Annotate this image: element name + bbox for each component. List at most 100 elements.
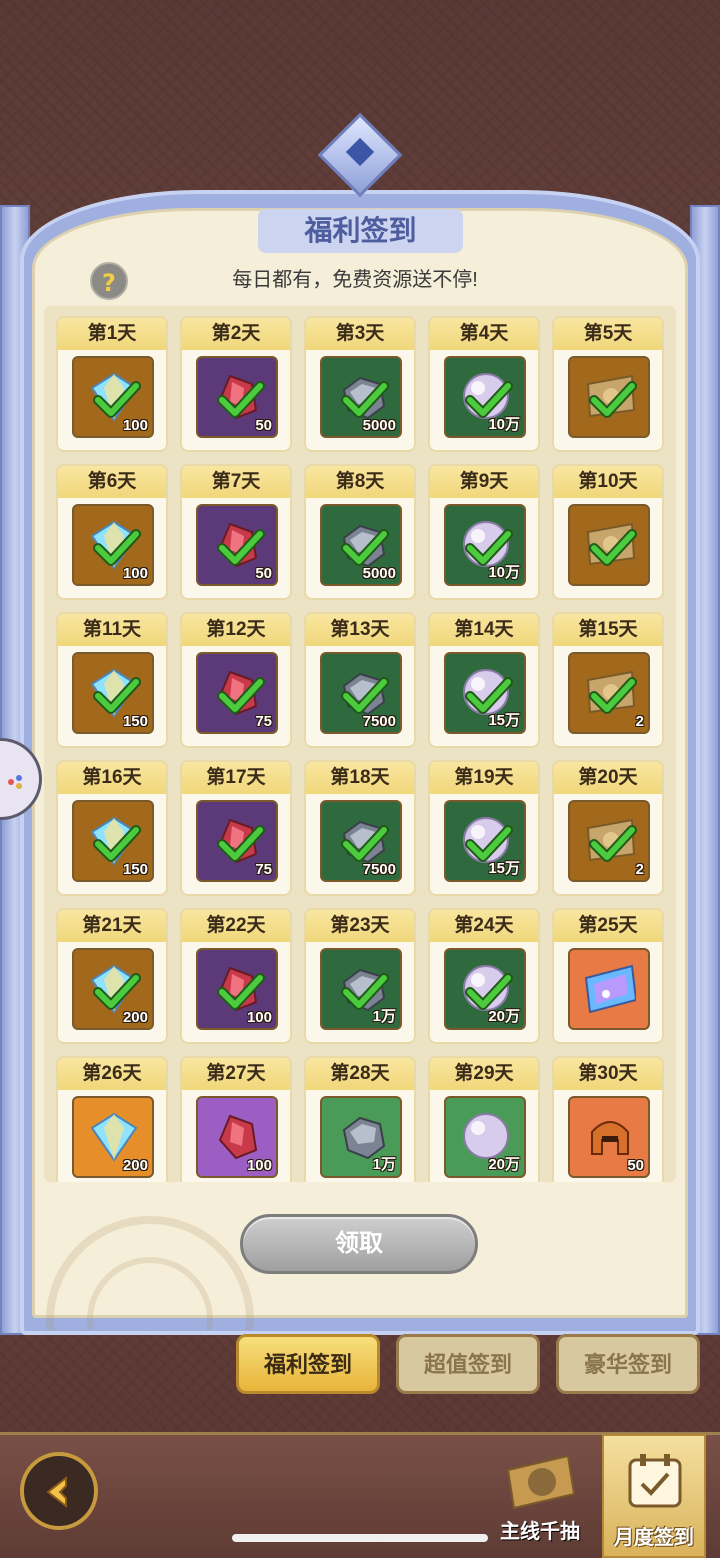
day-cell-28[interactable]: 第28天 1万	[304, 1056, 416, 1182]
day-cell-2[interactable]: 第2天 50	[180, 316, 292, 452]
reward-quantity: 100	[122, 565, 148, 582]
reward-slot: 1万	[320, 1096, 402, 1178]
day-label: 第29天	[430, 1058, 538, 1090]
reward-quantity: 20万	[488, 1156, 520, 1173]
reward-quantity: 7500	[362, 713, 396, 730]
day-label: 第25天	[554, 910, 662, 942]
reward-slot: 10万	[444, 504, 526, 586]
day-cell-26[interactable]: 第26天 200	[56, 1056, 168, 1182]
day-cell-29[interactable]: 第29天 20万	[428, 1056, 540, 1182]
reward-slot: 50	[196, 356, 278, 438]
reward-slot: 100	[196, 948, 278, 1030]
calendar-icon	[628, 1454, 682, 1508]
day-label: 第14天	[430, 614, 538, 646]
day-label: 第9天	[430, 466, 538, 498]
reward-slot: 2	[568, 652, 650, 734]
tab-welfare-signin[interactable]: 福利签到	[236, 1334, 380, 1394]
nav-mainline-draw[interactable]: 主线千抽	[490, 1450, 590, 1550]
reward-quantity: 75	[255, 713, 272, 730]
reward-slot: 75	[196, 652, 278, 734]
day-cell-16[interactable]: 第16天 150	[56, 760, 168, 896]
day-label: 第28天	[306, 1058, 414, 1090]
reward-quantity: 200	[122, 1009, 148, 1026]
home-indicator[interactable]	[232, 1534, 488, 1542]
day-label: 第26天	[58, 1058, 166, 1090]
day-cell-20[interactable]: 第20天 2	[552, 760, 664, 896]
reward-slot: 5000	[320, 504, 402, 586]
day-cell-5[interactable]: 第5天	[552, 316, 664, 452]
day-cell-11[interactable]: 第11天 150	[56, 612, 168, 748]
reward-quantity: 5000	[362, 565, 396, 582]
day-label: 第5天	[554, 318, 662, 350]
day-cell-30[interactable]: 第30天 50	[552, 1056, 664, 1182]
page-title: 福利签到	[258, 209, 463, 253]
reward-quantity: 20万	[488, 1008, 520, 1025]
reward-slot: 10万	[444, 356, 526, 438]
day-cell-6[interactable]: 第6天 100	[56, 464, 168, 600]
reward-slot: 5000	[320, 356, 402, 438]
day-cell-3[interactable]: 第3天 5000	[304, 316, 416, 452]
day-label: 第18天	[306, 762, 414, 794]
claim-button[interactable]: 领取	[240, 1214, 478, 1274]
day-cell-19[interactable]: 第19天 15万	[428, 760, 540, 896]
tab-deluxe-signin[interactable]: 豪华签到	[556, 1334, 700, 1394]
day-cell-18[interactable]: 第18天 7500	[304, 760, 416, 896]
day-label: 第23天	[306, 910, 414, 942]
checkmark-icon	[589, 825, 637, 862]
reward-quantity: 10万	[488, 416, 520, 433]
day-label: 第21天	[58, 910, 166, 942]
reward-quantity: 5000	[362, 417, 396, 434]
day-label: 第8天	[306, 466, 414, 498]
reward-quantity: 100	[246, 1157, 272, 1174]
reward-quantity: 100	[246, 1009, 272, 1026]
reward-quantity: 1万	[372, 1156, 396, 1173]
reward-slot: 150	[72, 652, 154, 734]
day-cell-7[interactable]: 第7天 50	[180, 464, 292, 600]
reward-slot: 7500	[320, 800, 402, 882]
reward-slot: 150	[72, 800, 154, 882]
day-cell-21[interactable]: 第21天 200	[56, 908, 168, 1044]
back-button[interactable]	[20, 1452, 98, 1530]
signin-tabs: 福利签到 超值签到 豪华签到	[236, 1334, 716, 1398]
day-cell-17[interactable]: 第17天 75	[180, 760, 292, 896]
day-cell-15[interactable]: 第15天 2	[552, 612, 664, 748]
nav-monthly-signin[interactable]: 月度签到	[602, 1434, 706, 1558]
day-cell-25[interactable]: 第25天	[552, 908, 664, 1044]
day-cell-22[interactable]: 第22天 100	[180, 908, 292, 1044]
reward-slot: 50	[568, 1096, 650, 1178]
day-cell-24[interactable]: 第24天 20万	[428, 908, 540, 1044]
day-cell-23[interactable]: 第23天 1万	[304, 908, 416, 1044]
day-label: 第22天	[182, 910, 290, 942]
day-cell-1[interactable]: 第1天 100	[56, 316, 168, 452]
reward-slot: 1万	[320, 948, 402, 1030]
day-cell-8[interactable]: 第8天 5000	[304, 464, 416, 600]
day-label: 第10天	[554, 466, 662, 498]
checkmark-icon	[589, 677, 637, 714]
day-label: 第2天	[182, 318, 290, 350]
day-cell-4[interactable]: 第4天 10万	[428, 316, 540, 452]
reward-quantity: 2	[635, 713, 644, 730]
tab-value-signin[interactable]: 超值签到	[396, 1334, 540, 1394]
reward-slot: 100	[72, 356, 154, 438]
day-label: 第20天	[554, 762, 662, 794]
day-label: 第24天	[430, 910, 538, 942]
help-button[interactable]: ?	[90, 262, 128, 300]
clock-ornament-icon	[46, 1216, 254, 1330]
day-label: 第3天	[306, 318, 414, 350]
day-label: 第19天	[430, 762, 538, 794]
nav-month-label: 月度签到	[614, 1527, 694, 1549]
day-cell-10[interactable]: 第10天	[552, 464, 664, 600]
reward-slot: 100	[72, 504, 154, 586]
day-cell-9[interactable]: 第9天 10万	[428, 464, 540, 600]
day-cell-13[interactable]: 第13天 7500	[304, 612, 416, 748]
day-label: 第15天	[554, 614, 662, 646]
reward-quantity: 150	[122, 861, 148, 878]
day-cell-12[interactable]: 第12天 75	[180, 612, 292, 748]
diamond-icon	[90, 1112, 138, 1162]
reward-quantity: 50	[255, 565, 272, 582]
reward-quantity: 15万	[488, 712, 520, 729]
day-cell-27[interactable]: 第27天 100	[180, 1056, 292, 1182]
reward-quantity: 100	[122, 417, 148, 434]
subtitle: 每日都有，免费资源送不停!	[232, 269, 478, 291]
day-cell-14[interactable]: 第14天 15万	[428, 612, 540, 748]
